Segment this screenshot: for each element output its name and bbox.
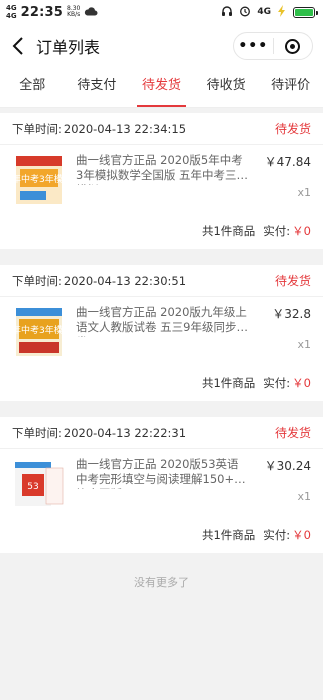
- item-count: 共1件商品: [201, 528, 256, 542]
- product-thumbnail: 5年中考3年模拟: [12, 153, 66, 207]
- close-button[interactable]: [274, 38, 313, 54]
- product-name: 曲一线官方正品 2020版九年级上语文人教版试卷 五三9年级同步试卷: [76, 305, 248, 337]
- product-thumbnail: 53: [12, 457, 66, 511]
- order-time-label: 下单时间:: [12, 273, 62, 288]
- clock-time: 22:35: [20, 4, 64, 20]
- battery-icon: [293, 6, 318, 18]
- paid-label: 实付:: [263, 528, 291, 542]
- close-target-icon: [285, 38, 301, 54]
- order-header: 下单时间: 2020-04-13 22:22:31 待发货: [0, 417, 323, 449]
- product-name: 曲一线官方正品 2020版5年中考3年模拟数学全国版 五年中考三年模拟: [76, 153, 248, 185]
- order-status: 待发货: [274, 274, 311, 288]
- order-time: 2020-04-13 22:22:31: [63, 425, 187, 440]
- paid-amount: ￥0: [292, 528, 311, 542]
- order-item[interactable]: 53 曲一线官方正品 2020版53英语中考完形填空与阅读理解150+50篇全国…: [0, 449, 323, 517]
- paid-amount: ￥0: [292, 224, 311, 238]
- tab-all[interactable]: 全部: [0, 68, 65, 107]
- order-card[interactable]: 下单时间: 2020-04-13 22:22:31 待发货 53 曲一线官方正品…: [0, 417, 323, 553]
- order-footer: 共1件商品 实付: ￥0: [0, 365, 323, 401]
- charging-icon: [277, 4, 287, 20]
- navigation-bar: 订单列表 •••: [0, 24, 323, 68]
- svg-text:5年中考3年模拟: 5年中考3年模拟: [12, 173, 66, 185]
- alarm-icon: [239, 5, 251, 20]
- product-price: ￥32.8: [272, 307, 311, 321]
- order-status: 待发货: [274, 426, 311, 440]
- more-dots-icon: •••: [238, 38, 269, 54]
- more-button[interactable]: •••: [234, 38, 273, 54]
- order-item[interactable]: 5年中考3年模拟 曲一线官方正品 2020版九年级上语文人教版试卷 五三9年级同…: [0, 297, 323, 365]
- back-button[interactable]: [0, 24, 36, 68]
- svg-text:53: 53: [27, 482, 38, 492]
- order-time-label: 下单时间:: [12, 121, 62, 136]
- page-title: 订单列表: [36, 38, 101, 57]
- tab-pending-review[interactable]: 待评价: [258, 68, 323, 107]
- order-header: 下单时间: 2020-04-13 22:34:15 待发货: [0, 113, 323, 145]
- product-price: ￥30.24: [264, 459, 311, 473]
- headphones-icon: [221, 5, 233, 20]
- order-card[interactable]: 下单时间: 2020-04-13 22:34:15 待发货 5年中考3年模拟 曲…: [0, 113, 323, 249]
- cloud-icon: [84, 5, 98, 19]
- product-quantity: x1: [297, 490, 311, 503]
- order-header: 下单时间: 2020-04-13 22:30:51 待发货: [0, 265, 323, 297]
- order-list: 下单时间: 2020-04-13 22:34:15 待发货 5年中考3年模拟 曲…: [0, 113, 323, 569]
- item-count: 共1件商品: [201, 224, 256, 238]
- order-card[interactable]: 下单时间: 2020-04-13 22:30:51 待发货 5年中考3年模拟 曲…: [0, 265, 323, 401]
- order-item[interactable]: 5年中考3年模拟 曲一线官方正品 2020版5年中考3年模拟数学全国版 五年中考…: [0, 145, 323, 213]
- network-speed: 8.30 KB/s: [67, 5, 81, 18]
- no-more-text: 没有更多了: [134, 576, 189, 589]
- order-status: 待发货: [274, 122, 311, 136]
- product-thumbnail: 5年中考3年模拟: [12, 305, 66, 359]
- paid-label: 实付:: [263, 376, 291, 390]
- tab-pending-receipt[interactable]: 待收货: [194, 68, 259, 107]
- network-type: 4G: [257, 7, 271, 17]
- chevron-left-icon: [12, 37, 23, 55]
- order-time: 2020-04-13 22:30:51: [63, 273, 187, 288]
- order-footer: 共1件商品 实付: ￥0: [0, 517, 323, 553]
- paid-amount: ￥0: [292, 376, 311, 390]
- order-tabs: 全部 待支付 待发货 待收货 待评价: [0, 68, 323, 108]
- order-time-label: 下单时间:: [12, 425, 62, 440]
- order-time: 2020-04-13 22:34:15: [63, 121, 187, 136]
- signal-indicator: 4G 4G: [6, 4, 17, 20]
- svg-text:5年中考3年模拟: 5年中考3年模拟: [12, 324, 66, 336]
- miniprogram-capsule: •••: [233, 32, 313, 60]
- order-footer: 共1件商品 实付: ￥0: [0, 213, 323, 249]
- product-name: 曲一线官方正品 2020版53英语中考完形填空与阅读理解150+50篇全国版: [76, 457, 249, 489]
- product-quantity: x1: [297, 186, 311, 199]
- product-quantity: x1: [297, 338, 311, 351]
- item-count: 共1件商品: [201, 376, 256, 390]
- paid-label: 实付:: [263, 224, 291, 238]
- tab-pending-payment[interactable]: 待支付: [65, 68, 130, 107]
- product-price: ￥47.84: [264, 155, 311, 169]
- status-bar: 4G 4G 22:35 8.30 KB/s 4G: [0, 0, 323, 24]
- tab-pending-shipment[interactable]: 待发货: [129, 68, 194, 107]
